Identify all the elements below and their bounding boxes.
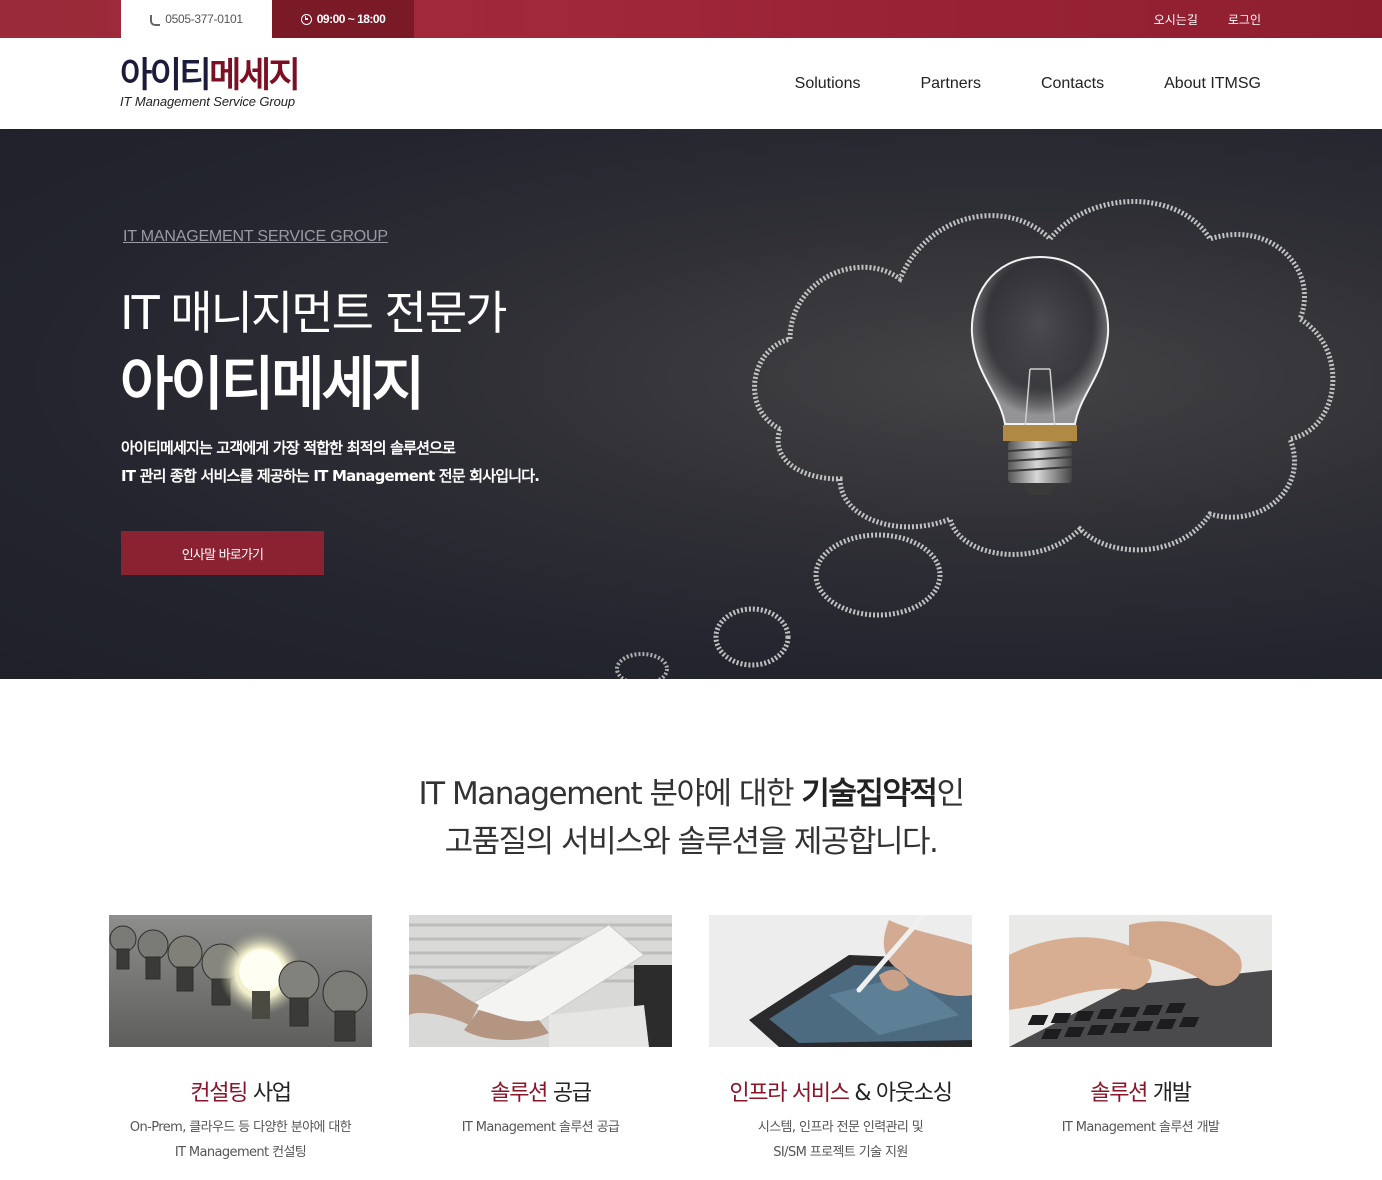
hero-title-line1: IT 매니지먼트 전문가	[120, 286, 507, 340]
service-title-rest: 공급	[547, 1081, 592, 1106]
service-card-consulting[interactable]: 컨설팅 사업 On-Prem, 클라우드 등 다양한 분야에 대한 IT Man…	[109, 915, 372, 1175]
services-grid: 컨설팅 사업 On-Prem, 클라우드 등 다양한 분야에 대한 IT Man…	[109, 915, 1272, 1180]
service-title-highlight: 인프라 서비스	[729, 1081, 850, 1106]
phone-icon	[150, 14, 161, 26]
intro-line1-pre: IT Management 분야에 대한	[418, 776, 802, 812]
logo-part1: 아이티	[120, 56, 212, 96]
intro-line2: 고품질의 서비스와 솔루션을 제공합니다.	[444, 824, 939, 860]
service-description: IT Management 솔루션 개발	[1009, 1115, 1272, 1140]
hero-banner: IT MANAGEMENT SERVICE GROUP IT 매니지먼트 전문가…	[0, 129, 1382, 679]
service-description-line2: IT Management 컨설팅	[174, 1145, 307, 1160]
utility-links: 오시는길 로그인	[1154, 0, 1261, 38]
service-card-infra-outsourcing[interactable]: 인프라 서비스 & 아웃소싱 시스템, 인프라 전문 인력관리 및 SI/SM …	[709, 915, 972, 1175]
hero-description-line1: 아이티메세지는 고객에게 가장 적합한 최적의 솔루션으로	[121, 439, 456, 457]
service-description: IT Management 솔루션 공급	[409, 1115, 672, 1140]
intro-line1-bold: 기술집약적	[801, 776, 938, 812]
greeting-button[interactable]: 인사말 바로가기	[121, 531, 324, 575]
intro-heading: IT Management 분야에 대한 기술집약적인 고품질의 서비스와 솔루…	[0, 770, 1382, 866]
service-title-rest: & 아웃소싱	[848, 1081, 953, 1106]
nav-partners[interactable]: Partners	[920, 75, 980, 93]
service-description-line2: SI/SM 프로젝트 기술 지원	[773, 1145, 908, 1160]
tablet-stylus-photo	[709, 915, 972, 1047]
service-description: 시스템, 인프라 전문 인력관리 및 SI/SM 프로젝트 기술 지원	[709, 1115, 972, 1165]
service-title-highlight: 컨설팅	[190, 1081, 248, 1106]
intro-line1: IT Management 분야에 대한 기술집약적인	[0, 770, 1382, 818]
service-description-line1: IT Management 솔루션 개발	[1061, 1120, 1220, 1135]
site-logo[interactable]: 아이티메세지 IT Management Service Group	[120, 56, 301, 109]
site-header: 아이티메세지 IT Management Service Group Solut…	[0, 38, 1382, 129]
service-card-solution-supply[interactable]: 솔루션 공급 IT Management 솔루션 공급	[409, 915, 672, 1175]
nav-contacts[interactable]: Contacts	[1041, 75, 1104, 93]
service-title: 솔루션 개발	[1009, 1075, 1272, 1107]
hours-label: 09:00 ~ 18:00	[316, 12, 386, 26]
service-description-line1: 시스템, 인프라 전문 인력관리 및	[757, 1120, 924, 1135]
phone-label: 0505-377-0101	[165, 12, 243, 26]
main-nav: Solutions Partners Contacts About ITMSG	[795, 38, 1261, 129]
service-title: 솔루션 공급	[409, 1075, 672, 1107]
top-bar: 0505-377-0101 09:00 ~ 18:00 오시는길 로그인	[0, 0, 1382, 38]
directions-link[interactable]: 오시는길	[1154, 11, 1198, 28]
logo-part2: 메세지	[209, 56, 301, 96]
service-title: 컨설팅 사업	[109, 1075, 372, 1107]
logo-wordmark: 아이티메세지	[120, 56, 301, 96]
clock-icon	[300, 13, 312, 25]
service-title-rest: 개발	[1147, 1081, 1192, 1106]
light-bulbs-photo	[109, 915, 372, 1047]
hero-description: 아이티메세지는 고객에게 가장 적합한 최적의 솔루션으로 IT 관리 종합 서…	[121, 434, 540, 490]
service-title: 인프라 서비스 & 아웃소싱	[709, 1075, 972, 1107]
nav-solutions[interactable]: Solutions	[795, 75, 861, 93]
service-description: On-Prem, 클라우드 등 다양한 분야에 대한 IT Management…	[109, 1115, 372, 1165]
service-description-line1: IT Management 솔루션 공급	[461, 1120, 620, 1135]
hero-description-line2: IT 관리 종합 서비스를 제공하는 IT Management 전문 회사입니…	[121, 467, 540, 485]
hero-eyebrow[interactable]: IT MANAGEMENT SERVICE GROUP	[123, 228, 388, 246]
intro-line1-post: 인	[936, 776, 965, 812]
business-hours: 09:00 ~ 18:00	[272, 0, 414, 38]
nav-about[interactable]: About ITMSG	[1164, 75, 1261, 93]
service-title-rest: 사업	[247, 1081, 292, 1106]
login-link[interactable]: 로그인	[1228, 11, 1261, 28]
documents-handover-photo	[409, 915, 672, 1047]
service-title-highlight: 솔루션	[1090, 1081, 1148, 1106]
service-title-highlight: 솔루션	[490, 1081, 548, 1106]
service-card-solution-dev[interactable]: 솔루션 개발 IT Management 솔루션 개발	[1009, 915, 1272, 1175]
hero-title-line2: 아이티메세지	[120, 350, 425, 418]
keyboard-typing-photo	[1009, 915, 1272, 1047]
phone-number[interactable]: 0505-377-0101	[121, 0, 272, 38]
service-description-line1: On-Prem, 클라우드 등 다양한 분야에 대한	[129, 1120, 352, 1135]
logo-subtitle: IT Management Service Group	[120, 94, 296, 109]
